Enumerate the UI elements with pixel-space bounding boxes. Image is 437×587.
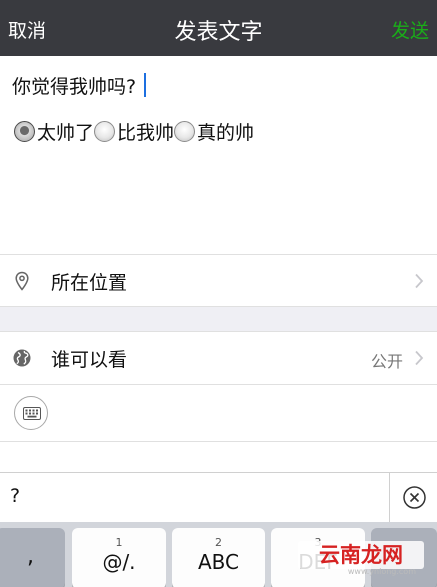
globe-icon	[13, 349, 31, 367]
radio-option-1[interactable]: 太帅了	[14, 118, 94, 145]
visibility-label: 谁可以看	[51, 349, 128, 371]
keyboard-toggle-strip	[0, 385, 437, 442]
key-2[interactable]: 2 ABC	[172, 528, 265, 587]
section-gap	[0, 307, 437, 331]
post-text-input[interactable]: 你觉得我帅吗?	[12, 72, 147, 99]
key-delete[interactable]	[371, 528, 437, 587]
key-3[interactable]: 3 DEF	[271, 528, 365, 587]
send-button[interactable]: 发送	[391, 16, 429, 43]
key-label: ABC	[197, 550, 239, 574]
chevron-right-icon	[415, 273, 424, 289]
visibility-row[interactable]: 谁可以看 公开	[0, 332, 437, 384]
text-caret	[144, 73, 147, 97]
location-row[interactable]: 所在位置	[0, 255, 437, 307]
blank-area	[0, 442, 437, 472]
key-1[interactable]: 1 @/.	[72, 528, 166, 587]
page-title: 发表文字	[174, 20, 263, 45]
key-number: 3	[314, 536, 322, 549]
key-label: ,	[27, 544, 34, 569]
key-label: DEF	[298, 550, 338, 574]
key-comma[interactable]: ,	[0, 528, 65, 587]
radio-checked-icon	[14, 121, 35, 142]
radio-option-label: 比我帅	[117, 122, 175, 144]
radio-group: 太帅了 比我帅 真的帅	[14, 118, 254, 145]
composer[interactable]: 你觉得我帅吗? 太帅了 比我帅 真的帅	[0, 56, 437, 254]
radio-unchecked-icon	[174, 121, 196, 142]
chevron-right-icon	[415, 350, 424, 366]
nav-bar: 取消 发表文字 发送	[0, 0, 437, 56]
screen: 取消 发表文字 发送 你觉得我帅吗? 太帅了 比我帅 真的帅 所在位置 谁可以看…	[0, 0, 437, 587]
post-text-value: 你觉得我帅吗?	[12, 76, 137, 98]
key-number: 2	[215, 536, 222, 549]
radio-option-label: 真的帅	[197, 122, 255, 144]
radio-option-2[interactable]: 比我帅	[94, 118, 174, 145]
keyboard: , 1 @/. 2 ABC 3 DEF	[0, 522, 437, 587]
key-label: @/.	[102, 550, 136, 574]
keyboard-toggle-button[interactable]	[14, 396, 48, 430]
radio-unchecked-icon	[94, 121, 116, 142]
input-value: ?	[10, 485, 21, 507]
radio-option-label: 太帅了	[37, 122, 95, 144]
keyboard-input-field[interactable]: ?	[0, 473, 390, 522]
location-label: 所在位置	[51, 272, 128, 294]
radio-option-3[interactable]: 真的帅	[174, 118, 254, 145]
keyboard-icon	[23, 407, 41, 420]
input-bar: ?	[0, 472, 437, 522]
visibility-value: 公开	[370, 352, 403, 371]
clear-circle-x-icon[interactable]	[403, 486, 426, 509]
key-number: 1	[115, 536, 123, 549]
divider	[389, 473, 390, 522]
location-pin-icon	[15, 271, 29, 291]
